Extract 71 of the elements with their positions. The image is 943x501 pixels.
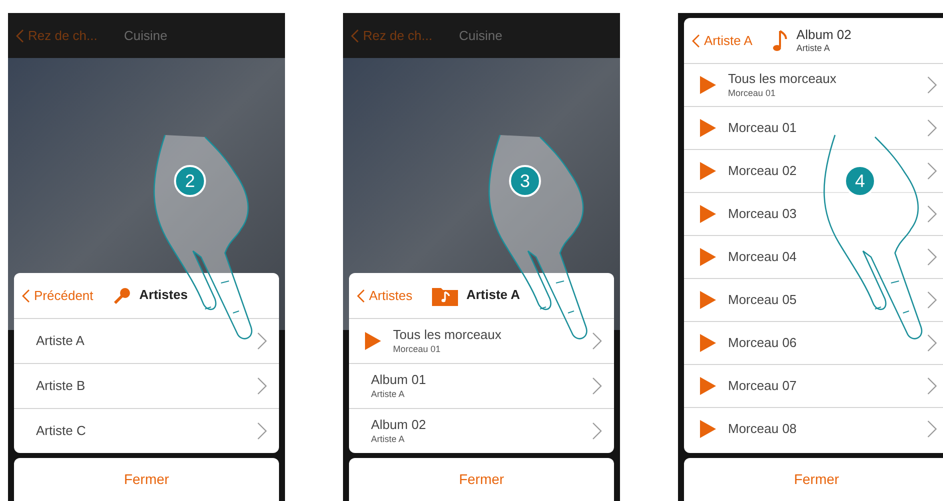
chevron-right-icon <box>592 422 602 440</box>
list-item[interactable]: Artiste B <box>14 363 279 408</box>
play-icon <box>700 334 716 352</box>
folder-note-icon <box>432 286 458 306</box>
music-note-icon <box>772 28 788 52</box>
item-title: Tous les morceaux <box>728 71 838 88</box>
item-title: Artiste C <box>36 422 87 440</box>
chevron-right-icon <box>257 422 267 440</box>
item-title: Album 02 <box>371 417 427 434</box>
play-icon <box>700 76 716 94</box>
play-icon <box>700 162 716 180</box>
chevron-right-icon <box>927 119 937 137</box>
chevron-right-icon <box>927 162 937 180</box>
microphone-icon <box>113 286 132 304</box>
play-icon <box>700 291 716 309</box>
play-icon <box>700 248 716 266</box>
item-title: Morceau 06 <box>728 334 798 352</box>
item-title: Morceau 03 <box>728 206 798 222</box>
list-item[interactable]: Morceau 07 <box>684 364 943 407</box>
list-item[interactable]: Artiste A <box>14 318 279 363</box>
play-icon <box>700 119 716 137</box>
item-subtitle: Morceau 01 <box>393 344 442 355</box>
chevron-right-icon <box>927 76 937 94</box>
item-title: Tous les morceaux <box>393 327 502 344</box>
item-title: Morceau 05 <box>728 292 798 308</box>
screen-title: Cuisine <box>459 26 502 45</box>
back-chevron-icon <box>16 28 24 42</box>
list-item[interactable]: Morceau 04 <box>684 235 943 278</box>
back-chevron-icon <box>692 34 700 48</box>
panel-title: Artiste A <box>466 287 520 304</box>
panel-title: Album 02 <box>796 26 852 43</box>
item-title: Morceau 07 <box>728 378 798 394</box>
play-icon <box>365 332 381 350</box>
list-item[interactable]: Morceau 01 <box>684 106 943 149</box>
list-item[interactable]: Album 02 Artiste A <box>349 408 614 453</box>
chevron-right-icon <box>927 205 937 223</box>
play-icon <box>700 377 716 395</box>
back-chevron-icon <box>357 288 365 302</box>
list-item[interactable]: Artiste C <box>14 408 279 453</box>
list-item[interactable]: Tous les morceaux Morceau 01 <box>684 63 943 106</box>
list-item[interactable]: Tous les morceaux Morceau 01 <box>349 318 614 363</box>
list-item[interactable]: Morceau 05 <box>684 278 943 321</box>
item-title: Morceau 01 <box>728 120 798 136</box>
chevron-right-icon <box>927 291 937 309</box>
chevron-right-icon <box>927 420 937 438</box>
back-chevron-icon <box>22 288 30 302</box>
item-title: Morceau 04 <box>728 248 798 266</box>
panel-title: Artistes <box>139 287 188 304</box>
chevron-right-icon <box>257 332 267 350</box>
play-icon <box>700 205 716 223</box>
item-title: Artiste A <box>36 332 86 350</box>
list-item[interactable]: Album 01 Artiste A <box>349 363 614 408</box>
chevron-right-icon <box>927 248 937 266</box>
item-title: Morceau 08 <box>728 420 798 438</box>
item-title: Artiste B <box>36 378 86 394</box>
item-subtitle: Artiste A <box>371 388 406 400</box>
play-icon <box>700 420 716 438</box>
back-chevron-icon <box>351 28 359 42</box>
chevron-right-icon <box>927 334 937 352</box>
item-title: Morceau 02 <box>728 162 798 180</box>
chevron-right-icon <box>257 377 267 395</box>
chevron-right-icon <box>592 332 602 350</box>
list-item[interactable]: Morceau 08 <box>684 407 943 450</box>
item-title: Album 01 <box>371 372 427 388</box>
item-subtitle: Morceau 01 <box>728 88 777 99</box>
panel-subtitle: Artiste A <box>796 43 831 54</box>
item-subtitle: Artiste A <box>371 434 406 445</box>
chevron-right-icon <box>592 377 602 395</box>
list-item[interactable]: Morceau 06 <box>684 321 943 364</box>
screen-title: Cuisine <box>124 26 168 45</box>
chevron-right-icon <box>927 377 937 395</box>
